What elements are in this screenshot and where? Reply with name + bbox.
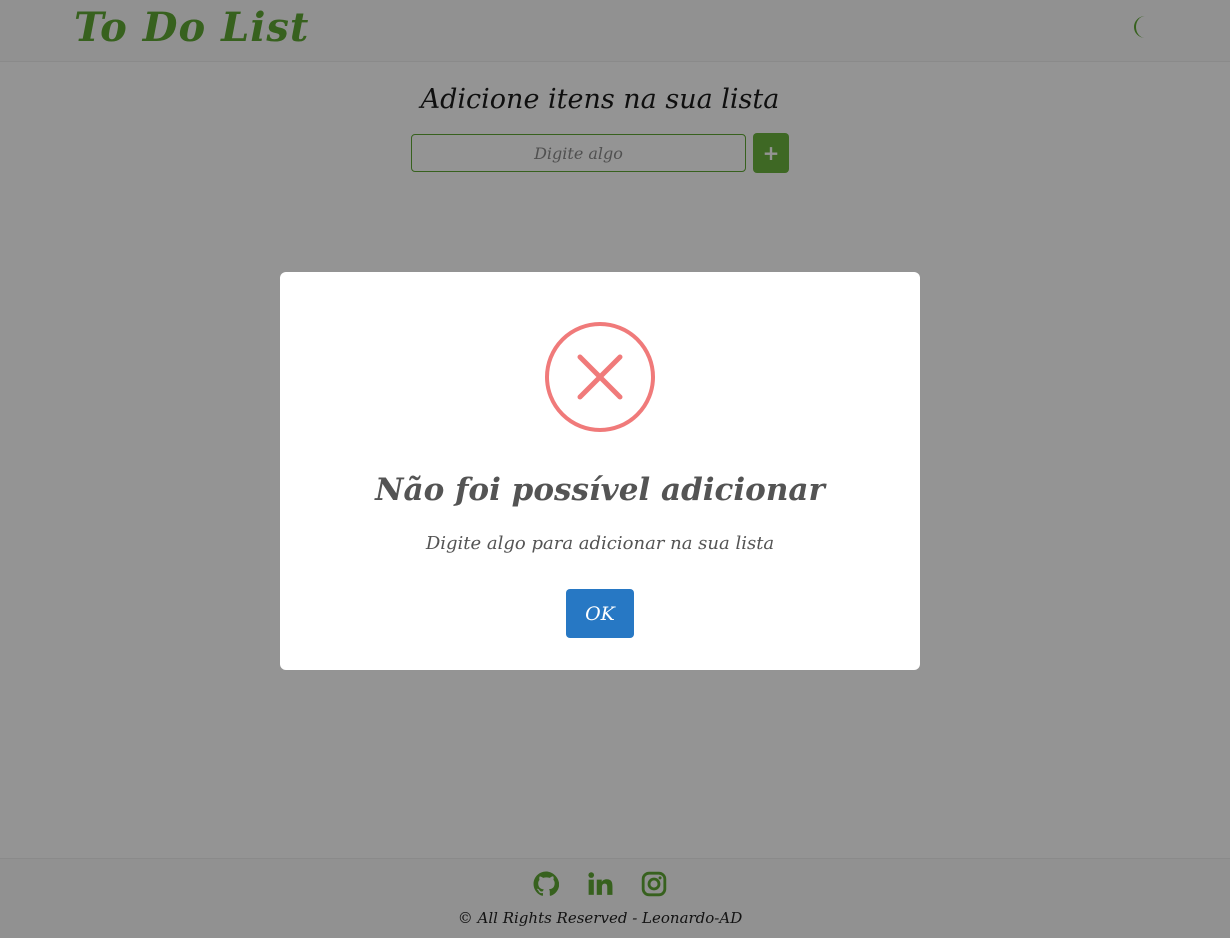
dialog-title: Não foi possível adicionar [375, 472, 825, 508]
page: To Do List Adicione itens na sua lista +… [0, 0, 1230, 938]
error-x-icon [545, 322, 655, 432]
error-dialog: Não foi possível adicionar Digite algo p… [280, 272, 920, 670]
dialog-message: Digite algo para adicionar na sua lista [425, 533, 775, 554]
ok-button[interactable]: OK [566, 589, 634, 638]
